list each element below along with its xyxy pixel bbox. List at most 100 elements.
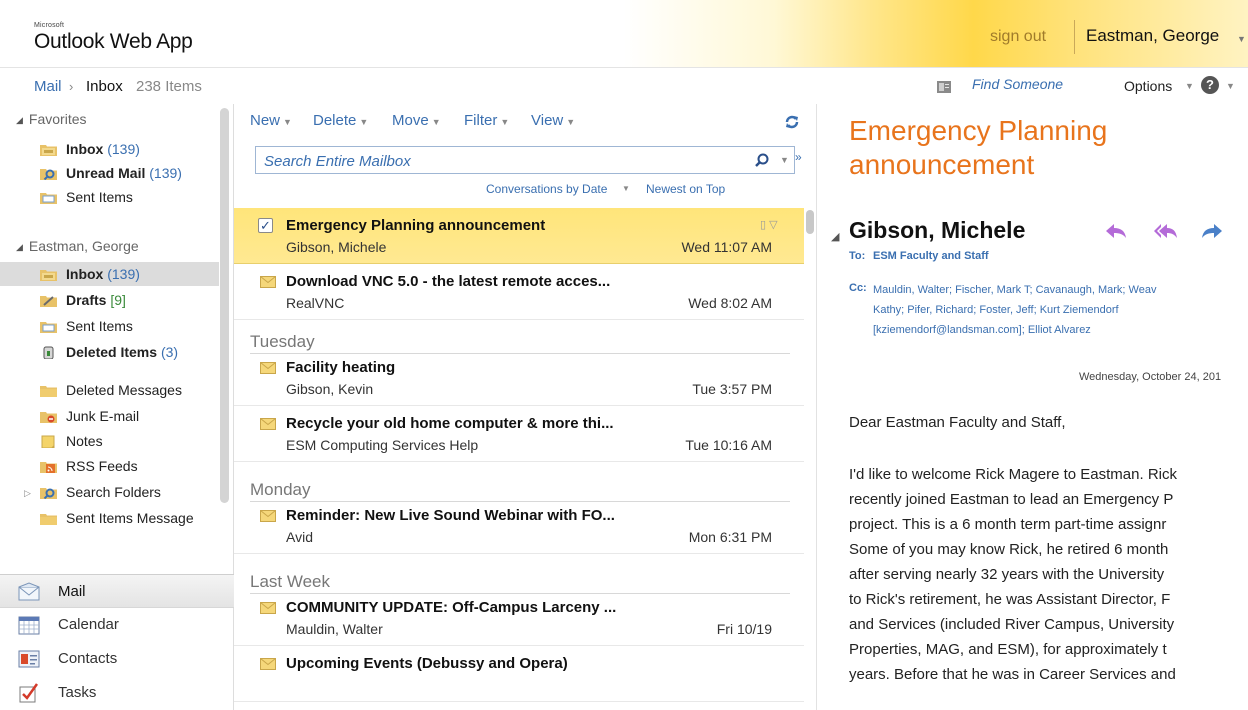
favorite-sent-items[interactable]: Sent Items <box>40 185 216 209</box>
search-folder-icon <box>40 163 57 181</box>
folder-deleted-items[interactable]: Deleted Items (3) <box>40 340 216 364</box>
message-subject: Emergency Planning announcement <box>286 217 546 234</box>
envelope-icon <box>260 658 276 670</box>
folder-pane-scrollbar[interactable] <box>219 106 230 506</box>
tasks-icon <box>19 683 39 703</box>
calendar-icon <box>18 616 40 635</box>
message-row[interactable]: Upcoming Events (Debussy and Opera) <box>234 646 804 702</box>
folder-sent-items-message[interactable]: Sent Items Message <box>40 506 216 530</box>
cc-line[interactable]: Kathy; Pifer, Richard; Foster, Jeff; Kur… <box>873 300 1248 320</box>
top-header: Microsoft Outlook Web App sign out Eastm… <box>0 0 1248 68</box>
cc-recipients[interactable]: Mauldin, Walter; Fischer, Mark T; Cavana… <box>873 280 1248 340</box>
favorite-unread-mail[interactable]: Unread Mail (139) <box>40 161 216 185</box>
chevron-down-icon[interactable]: ▼ <box>283 117 292 127</box>
message-row[interactable]: ✓ Emergency Planning announcement ▯ ▽ Gi… <box>234 208 804 264</box>
folder-search-folders[interactable]: Search Folders <box>40 480 216 504</box>
folder-sent-items[interactable]: Sent Items <box>40 314 216 338</box>
folder-junk-email[interactable]: Junk E-mail <box>40 404 216 428</box>
folder-rss-feeds[interactable]: RSS Feeds <box>40 454 216 478</box>
help-icon[interactable]: ? <box>1201 76 1219 94</box>
search-icon[interactable] <box>755 153 769 167</box>
email-greeting: Dear Eastman Faculty and Staff, <box>849 414 1066 431</box>
find-someone-input[interactable]: Find Someone <box>972 76 1063 92</box>
message-subject: Reminder: New Live Sound Webinar with FO… <box>286 507 615 524</box>
breadcrumb: Mail › Inbox 238 Items Find Someone Opti… <box>0 68 1248 104</box>
body-line: and Services (included River Campus, Uni… <box>849 616 1175 633</box>
folder-notes[interactable]: Notes <box>40 429 216 453</box>
message-sender: ESM Computing Services Help <box>286 437 479 453</box>
module-tasks[interactable]: Tasks <box>0 676 234 710</box>
address-book-icon[interactable] <box>936 80 952 94</box>
move-button[interactable]: Move ▼ <box>392 112 441 129</box>
expand-search-icon[interactable]: » <box>795 150 802 164</box>
notes-icon <box>40 431 57 449</box>
collapse-triangle-icon[interactable]: ◢ <box>16 242 23 253</box>
to-label: To: <box>849 250 866 262</box>
module-contacts[interactable]: Contacts <box>0 642 234 676</box>
module-mail[interactable]: Mail <box>0 574 234 608</box>
forward-icon[interactable] <box>1200 222 1224 240</box>
message-time: Tue 10:16 AM <box>685 437 772 453</box>
app-title[interactable]: Outlook Web App <box>34 30 193 54</box>
favorite-inbox[interactable]: Inbox (139) <box>40 137 216 161</box>
expand-triangle-icon[interactable]: ▷ <box>24 488 31 499</box>
to-recipient[interactable]: ESM Faculty and Staff <box>873 250 989 262</box>
group-header-monday: Monday <box>250 480 311 499</box>
checkbox-checked[interactable]: ✓ <box>258 218 273 233</box>
envelope-icon <box>260 602 276 614</box>
flag-icon[interactable]: ▯ ▽ <box>760 218 778 231</box>
folder-inbox[interactable]: Inbox (139) <box>0 262 219 286</box>
user-name-menu[interactable]: Eastman, George <box>1086 26 1219 46</box>
body-line: project. This is a 6 month term part-tim… <box>849 516 1167 533</box>
chevron-down-icon[interactable]: ▼ <box>566 117 575 127</box>
new-button[interactable]: New ▼ <box>250 112 292 129</box>
message-time: Mon 6:31 PM <box>688 529 772 545</box>
sent-folder-icon <box>40 187 57 204</box>
message-list-pane: New▼ Delete▼ Move▼ Filter▼ View▼ ▼ » Con… <box>234 104 817 710</box>
chevron-down-icon[interactable]: ▼ <box>432 117 441 127</box>
message-row[interactable]: Recycle your old home computer & more th… <box>234 406 804 462</box>
chevron-down-icon[interactable]: ▼ <box>1226 81 1235 91</box>
search-input[interactable] <box>264 151 734 171</box>
sort-newest-on-top[interactable]: Newest on Top <box>646 182 725 196</box>
chevron-down-icon[interactable]: ▼ <box>1237 34 1246 44</box>
chevron-down-icon[interactable]: ▼ <box>359 117 368 127</box>
chevron-down-icon[interactable]: ▼ <box>622 184 630 193</box>
folder-drafts[interactable]: Drafts [9] <box>40 288 216 312</box>
message-subject: COMMUNITY UPDATE: Off-Campus Larceny ... <box>286 599 617 616</box>
cc-line[interactable]: [kziemendorf@landsman.com]; Elliot Alvar… <box>873 320 1248 340</box>
drafts-folder-icon <box>40 290 57 307</box>
folder-deleted-messages[interactable]: Deleted Messages <box>40 378 216 402</box>
message-row[interactable]: COMMUNITY UPDATE: Off-Campus Larceny ...… <box>234 590 804 646</box>
message-row[interactable]: Reminder: New Live Sound Webinar with FO… <box>234 498 804 554</box>
message-row[interactable]: Facility heating Gibson, Kevin Tue 3:57 … <box>234 350 804 406</box>
message-row[interactable]: Download VNC 5.0 - the latest remote acc… <box>234 264 804 320</box>
chevron-down-icon[interactable]: ▼ <box>1185 81 1194 91</box>
body-line: after serving nearly 32 years with the U… <box>849 566 1165 583</box>
email-sender[interactable]: Gibson, Michele <box>849 217 1025 244</box>
message-list-scrollbar[interactable] <box>804 208 816 710</box>
chevron-down-icon[interactable]: ▼ <box>780 155 789 165</box>
body-line: Properties, MAG, and ESM), for approxima… <box>849 641 1167 658</box>
view-button[interactable]: View ▼ <box>531 112 575 129</box>
body-line: recently joined Eastman to lead an Emerg… <box>849 491 1174 508</box>
collapse-triangle-icon[interactable]: ◢ <box>16 115 23 126</box>
search-folder-icon <box>40 482 57 500</box>
favorites-header[interactable]: ◢ Favorites <box>16 111 87 127</box>
envelope-icon <box>260 276 276 288</box>
mailbox-header[interactable]: ◢ Eastman, George <box>16 238 139 254</box>
reply-icon[interactable] <box>1104 222 1128 240</box>
delete-button[interactable]: Delete ▼ <box>313 112 368 129</box>
options-menu[interactable]: Options <box>1124 78 1172 94</box>
cc-line[interactable]: Mauldin, Walter; Fischer, Mark T; Cavana… <box>873 280 1248 300</box>
filter-button[interactable]: Filter ▼ <box>464 112 509 129</box>
breadcrumb-mail[interactable]: Mail <box>34 78 62 95</box>
module-calendar[interactable]: Calendar <box>0 608 234 642</box>
reply-all-icon[interactable] <box>1154 222 1178 240</box>
sign-out-link[interactable]: sign out <box>990 28 1046 46</box>
collapse-triangle-icon[interactable]: ◢ <box>831 230 839 243</box>
sort-conversations-by-date[interactable]: Conversations by Date <box>486 182 607 196</box>
chevron-down-icon[interactable]: ▼ <box>500 117 509 127</box>
refresh-icon[interactable] <box>784 114 800 130</box>
breadcrumb-separator-icon: › <box>69 79 74 94</box>
